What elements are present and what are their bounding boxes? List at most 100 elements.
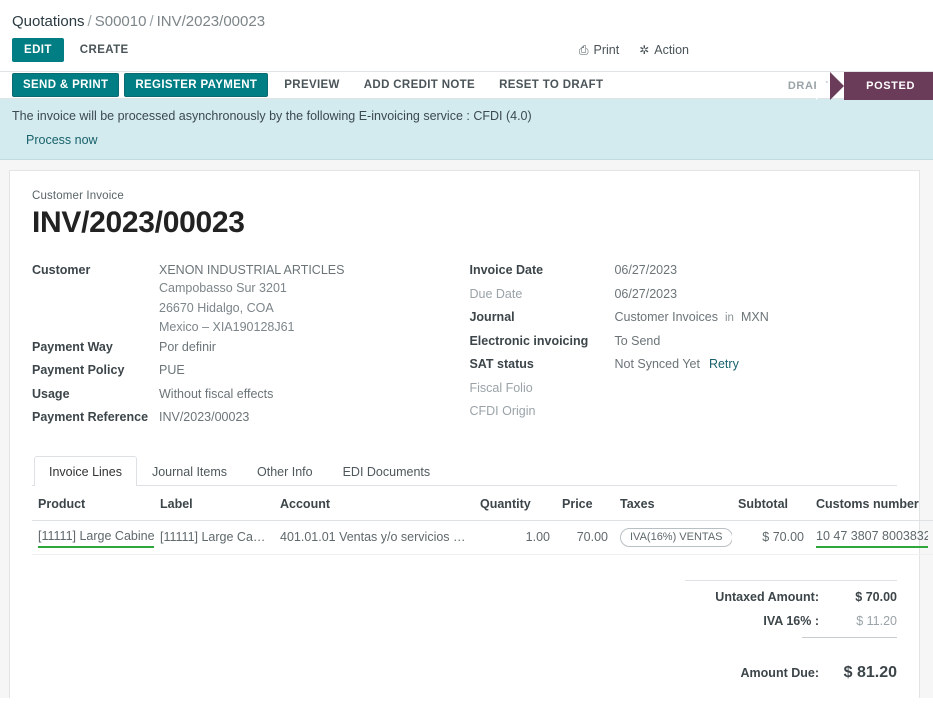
- customer-name[interactable]: XENON INDUSTRIAL ARTICLES: [159, 261, 344, 279]
- table-row[interactable]: [11111] Large Cabinet [11111] Large Cabi…: [32, 520, 933, 554]
- due-date-value[interactable]: 06/27/2023: [614, 285, 677, 303]
- field-payment-policy: Payment Policy PUE: [32, 361, 469, 385]
- total-untaxed-row: Untaxed Amount: $ 70.00: [685, 589, 897, 606]
- sat-status-value: Not Synced Yet: [614, 357, 699, 371]
- notebook-tabs: Invoice Lines Journal Items Other Info E…: [32, 456, 897, 486]
- field-column-right: Invoice Date 06/27/2023 Due Date 06/27/2…: [469, 261, 897, 432]
- cell-customs-number-text: 10 47 3807 8003832: [816, 528, 928, 548]
- breadcrumb-middle[interactable]: S00010: [95, 13, 147, 30]
- field-due-date: Due Date 06/27/2023: [469, 285, 897, 309]
- breadcrumb-separator-2: /: [146, 13, 156, 30]
- tab-edi-documents[interactable]: EDI Documents: [328, 456, 446, 486]
- print-button[interactable]: ⎙ Print: [579, 43, 619, 57]
- preview-button[interactable]: PREVIEW: [273, 73, 351, 97]
- cell-options: [928, 520, 933, 554]
- journal-label: Journal: [469, 308, 614, 326]
- column-header-subtotal[interactable]: Subtotal: [732, 486, 810, 521]
- action-button[interactable]: ✲ Action: [639, 43, 689, 57]
- field-columns: Customer XENON INDUSTRIAL ARTICLES Campo…: [32, 261, 897, 432]
- payment-reference-value[interactable]: INV/2023/00023: [159, 408, 249, 426]
- notification-message: The invoice will be processed asynchrono…: [12, 108, 921, 125]
- breadcrumb: Quotations/S00010/INV/2023/00023: [0, 0, 933, 39]
- reset-to-draft-button[interactable]: RESET TO DRAFT: [488, 73, 614, 97]
- invoice-date-value[interactable]: 06/27/2023: [614, 261, 677, 279]
- tab-invoice-lines[interactable]: Invoice Lines: [34, 456, 137, 486]
- payment-policy-label: Payment Policy: [32, 361, 159, 379]
- column-header-quantity[interactable]: Quantity: [474, 486, 556, 521]
- usage-value[interactable]: Without fiscal effects: [159, 385, 273, 403]
- payment-way-value[interactable]: Por definir: [159, 338, 216, 356]
- journal-value-group: Customer InvoicesinMXN: [614, 308, 768, 327]
- column-options-button[interactable]: ⋮: [928, 486, 933, 521]
- fiscal-folio-label: Fiscal Folio: [469, 379, 614, 397]
- grand-total-separator: [802, 637, 897, 638]
- field-payment-way: Payment Way Por definir: [32, 338, 469, 362]
- customer-value-group: XENON INDUSTRIAL ARTICLES Campobasso Sur…: [159, 261, 344, 338]
- customer-label: Customer: [32, 261, 159, 279]
- column-header-label[interactable]: Label: [154, 486, 274, 521]
- untaxed-amount-value: $ 70.00: [819, 589, 897, 606]
- field-cfdi-origin: CFDI Origin: [469, 402, 897, 426]
- electronic-invoicing-value: To Send: [614, 332, 660, 350]
- column-header-price[interactable]: Price: [556, 486, 614, 521]
- cfdi-origin-label: CFDI Origin: [469, 402, 614, 420]
- column-header-product[interactable]: Product: [32, 486, 154, 521]
- customer-address-line-3: Mexico – XIA190128J61: [159, 318, 344, 338]
- amount-due-value: $ 81.20: [819, 663, 897, 683]
- cell-product[interactable]: [11111] Large Cabinet: [32, 520, 154, 554]
- totals-panel: Untaxed Amount: $ 70.00 IVA 16% : $ 11.2…: [685, 580, 897, 698]
- column-header-taxes[interactable]: Taxes: [614, 486, 732, 521]
- customer-address-line-1: Campobasso Sur 3201: [159, 279, 344, 299]
- sat-status-label: SAT status: [469, 355, 614, 373]
- cell-label[interactable]: [11111] Large Cabinet: [154, 520, 274, 554]
- total-tax-row: IVA 16% : $ 11.20: [685, 613, 897, 630]
- tax-label: IVA 16% :: [685, 613, 819, 630]
- cell-product-text: [11111] Large Cabinet: [38, 528, 154, 548]
- field-sat-status: SAT status Not Synced Yet Retry: [469, 355, 897, 379]
- edit-button[interactable]: EDIT: [12, 38, 64, 62]
- field-electronic-invoicing: Electronic invoicing To Send: [469, 332, 897, 356]
- column-header-customs-number[interactable]: Customs number: [810, 486, 928, 521]
- invoice-lines-table: Product Label Account Quantity Price Tax…: [32, 486, 933, 555]
- create-button[interactable]: CREATE: [70, 39, 139, 61]
- breadcrumb-root[interactable]: Quotations: [12, 13, 85, 30]
- field-fiscal-folio: Fiscal Folio: [469, 379, 897, 403]
- tax-badge: IVA(16%) VENTAS: [620, 528, 732, 547]
- invoice-date-label: Invoice Date: [469, 261, 614, 279]
- process-now-button[interactable]: Process now: [26, 132, 98, 148]
- cell-price[interactable]: 70.00: [556, 520, 614, 554]
- document-type-label: Customer Invoice: [32, 189, 897, 203]
- cell-account[interactable]: 401.01.01 Ventas y/o servicios gra…: [274, 520, 474, 554]
- totals-separator: [685, 580, 897, 581]
- journal-value[interactable]: Customer Invoices: [614, 310, 718, 324]
- journal-currency[interactable]: MXN: [741, 310, 769, 324]
- page-title: INV/2023/00023: [32, 205, 897, 241]
- sheet-background: Customer Invoice INV/2023/00023 Customer…: [0, 160, 933, 698]
- register-payment-button[interactable]: REGISTER PAYMENT: [124, 73, 268, 97]
- breadcrumb-separator-1: /: [85, 13, 95, 30]
- cell-customs-number[interactable]: 10 47 3807 8003832: [810, 520, 928, 554]
- sat-retry-button[interactable]: Retry: [709, 357, 739, 371]
- field-customer: Customer XENON INDUSTRIAL ARTICLES Campo…: [32, 261, 469, 338]
- gear-icon: ✲: [639, 44, 649, 56]
- tab-journal-items[interactable]: Journal Items: [137, 456, 242, 486]
- status-stages: DRAFT POSTED: [774, 72, 933, 100]
- amount-due-label: Amount Due:: [685, 665, 819, 682]
- control-panel-right: ⎙ Print ✲ Action: [579, 43, 921, 57]
- payment-policy-value[interactable]: PUE: [159, 361, 185, 379]
- send-and-print-button[interactable]: SEND & PRINT: [12, 73, 119, 97]
- cell-taxes[interactable]: IVA(16%) VENTAS: [614, 520, 732, 554]
- total-due-row: Amount Due: $ 81.20: [685, 654, 897, 683]
- statusbar: SEND & PRINT REGISTER PAYMENT PREVIEW AD…: [0, 71, 933, 99]
- status-stage-posted[interactable]: POSTED: [844, 72, 933, 100]
- cell-quantity[interactable]: 1.00: [474, 520, 556, 554]
- table-header-row: Product Label Account Quantity Price Tax…: [32, 486, 933, 521]
- column-header-account[interactable]: Account: [274, 486, 474, 521]
- payment-way-label: Payment Way: [32, 338, 159, 356]
- usage-label: Usage: [32, 385, 159, 403]
- invoice-sheet: Customer Invoice INV/2023/00023 Customer…: [9, 170, 920, 698]
- tab-other-info[interactable]: Other Info: [242, 456, 328, 486]
- cell-subtotal: $ 70.00: [732, 520, 810, 554]
- add-credit-note-button[interactable]: ADD CREDIT NOTE: [353, 73, 486, 97]
- journal-connector: in: [718, 312, 741, 324]
